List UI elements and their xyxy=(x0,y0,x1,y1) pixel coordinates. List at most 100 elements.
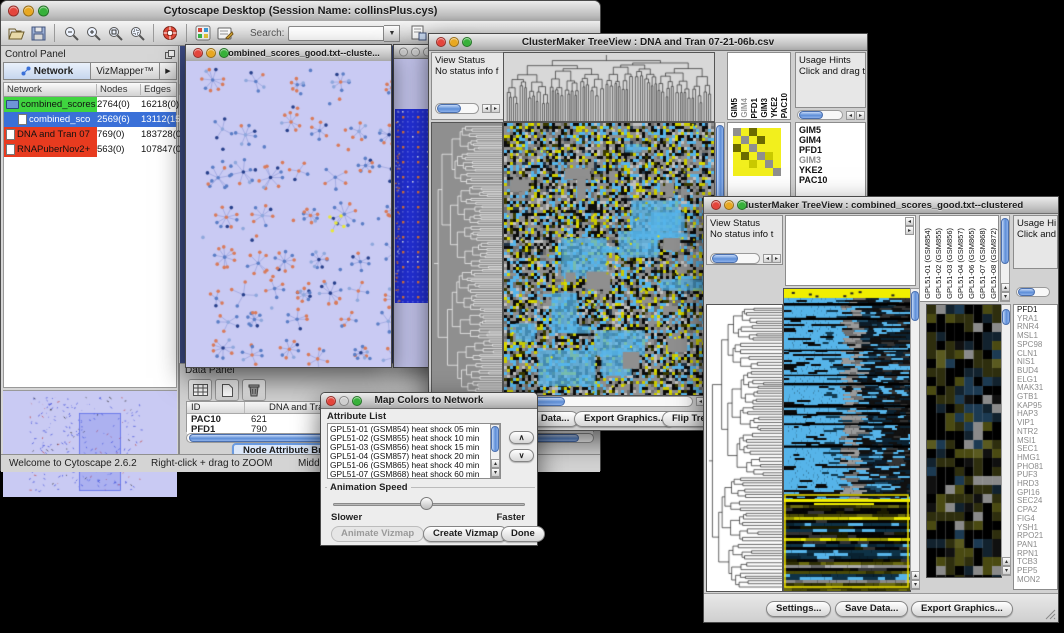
tv2-status-hscrollbar[interactable] xyxy=(710,253,760,264)
tv1-export-graphics-button[interactable]: Export Graphics... xyxy=(574,411,676,427)
scroll-down-icon[interactable]: ▾ xyxy=(911,580,920,589)
attribute-listbox[interactable]: GPL51-01 (GSM854) heat shock 05 minGPL51… xyxy=(327,423,501,479)
network-table-row[interactable]: combined_scores 2764(0) 16218(0) xyxy=(4,97,176,112)
tv2-column-labels-pane[interactable]: GPL51-01 (GSM854)GPL51-02 (GSM855)GPL51-… xyxy=(919,215,999,302)
scrollbar-thumb[interactable] xyxy=(1001,218,1009,264)
network-overview-thumbnail[interactable] xyxy=(3,390,177,497)
tv2-export-graphics-button[interactable]: Export Graphics... xyxy=(911,601,1013,617)
vizmapper-palette-icon[interactable] xyxy=(192,23,214,43)
window-controls[interactable] xyxy=(8,6,49,17)
tv2-gene-list-pane[interactable]: PFD1YRA1RNR4MSL1SPC98CLN1NIS1BUD4ELG1MAK… xyxy=(1013,304,1058,590)
close-icon[interactable] xyxy=(8,6,19,17)
tv1-cluster-matrix-pane[interactable] xyxy=(727,122,791,202)
minimize-icon[interactable] xyxy=(449,37,459,47)
zoom-out-icon[interactable] xyxy=(60,23,82,43)
scroll-right-icon[interactable]: ▸ xyxy=(905,226,914,235)
minimize-icon[interactable] xyxy=(23,6,34,17)
help-lifesaver-icon[interactable] xyxy=(159,23,181,43)
search-dropdown-button[interactable]: ▼ xyxy=(384,25,400,42)
tv2-settings-button[interactable]: Settings... xyxy=(766,601,831,617)
scroll-right-icon[interactable]: ▸ xyxy=(772,254,781,263)
tv2-top-dendrogram-pane[interactable] xyxy=(785,215,916,286)
scrollbar-thumb[interactable] xyxy=(716,125,724,199)
scroll-up-icon[interactable]: ▴ xyxy=(1001,283,1010,292)
minimize-icon[interactable] xyxy=(206,48,216,58)
new-attribute-icon[interactable] xyxy=(215,379,239,401)
done-button[interactable]: Done xyxy=(501,526,545,542)
tv1-heatmap-canvas[interactable] xyxy=(503,122,715,396)
network-table-row[interactable]: combined_sco 2569(6) 13112(15) xyxy=(4,112,176,127)
tab-more-button[interactable]: ▶ xyxy=(160,62,177,80)
scroll-left-icon[interactable]: ◂ xyxy=(846,111,855,120)
scrollbar-thumb[interactable] xyxy=(911,291,919,321)
network-table-row[interactable]: RNAPuberNov2+ 563(0) 107847(0) xyxy=(4,142,176,157)
scroll-left-icon[interactable]: ◂ xyxy=(763,254,772,263)
tv2-zoom-heatmap-canvas[interactable] xyxy=(926,304,1002,578)
scroll-right-icon[interactable]: ▸ xyxy=(856,111,865,120)
tv2-heatmap-canvas[interactable] xyxy=(783,288,911,592)
move-up-button[interactable]: ∧ xyxy=(509,431,534,444)
scroll-down-icon[interactable]: ▾ xyxy=(1001,292,1010,301)
scroll-down-icon[interactable]: ▾ xyxy=(1002,566,1011,575)
tv2-save-data-button[interactable]: Save Data... xyxy=(835,601,908,617)
network-graph-canvas[interactable] xyxy=(186,61,391,367)
tv1-status-hscrollbar[interactable] xyxy=(435,103,479,114)
scrollbar-thumb[interactable] xyxy=(1002,309,1010,325)
zoom-selected-icon[interactable] xyxy=(126,23,148,43)
create-vizmap-button[interactable]: Create Vizmap xyxy=(423,526,508,542)
close-icon[interactable] xyxy=(326,396,336,406)
tab-vizmapper[interactable]: VizMapper™ xyxy=(91,62,160,80)
tv1-gene-list-pane[interactable]: GIM5GIM4PFD1GIM3YKE2PAC10 xyxy=(795,122,866,202)
close-icon[interactable] xyxy=(711,200,721,210)
close-icon[interactable] xyxy=(193,48,203,58)
slider-thumb[interactable] xyxy=(420,497,433,510)
treeview2-titlebar[interactable]: ClusterMaker TreeView : combined_scores_… xyxy=(704,197,1058,214)
zoom-window-icon[interactable] xyxy=(38,6,49,17)
save-session-icon[interactable] xyxy=(27,23,49,43)
zoom-in-icon[interactable] xyxy=(82,23,104,43)
delete-attribute-trash-icon[interactable] xyxy=(242,379,266,401)
network-view-titlebar[interactable]: combined_scores_good.txt--cluste... xyxy=(186,45,391,62)
treeview1-titlebar[interactable]: ClusterMaker TreeView : DNA and Tran 07-… xyxy=(429,34,867,51)
scroll-down-icon[interactable]: ▾ xyxy=(491,468,500,477)
network-table-header[interactable]: NetworkNodesEdges xyxy=(4,83,176,97)
minimize-icon[interactable] xyxy=(724,200,734,210)
attribute-table-icon[interactable] xyxy=(188,379,212,401)
tab-network[interactable]: Network xyxy=(3,62,91,80)
attribute-list-vscrollbar[interactable]: ▴ ▾ xyxy=(490,424,500,478)
main-titlebar[interactable]: Cytoscape Desktop (Session Name: collins… xyxy=(1,1,600,22)
tv1-row-dendrogram[interactable] xyxy=(431,122,503,396)
animate-vizmap-button[interactable]: Animate Vizmap xyxy=(331,526,424,542)
move-down-button[interactable]: ∨ xyxy=(509,449,534,462)
close-icon[interactable] xyxy=(436,37,446,47)
close-icon[interactable] xyxy=(399,47,408,56)
annotation-icon[interactable] xyxy=(214,23,236,43)
network-table-row[interactable]: DNA and Tran 07 769(0) 183728(0) xyxy=(4,127,176,142)
scroll-up-icon[interactable]: ▴ xyxy=(1002,557,1011,566)
tv1-hints-hscrollbar[interactable] xyxy=(797,110,843,120)
zoom-window-icon[interactable] xyxy=(737,200,747,210)
search-input[interactable] xyxy=(288,26,384,41)
minimize-icon[interactable] xyxy=(339,396,349,406)
tv1-column-labels-pane[interactable]: GIM5GIM4PFD1GIM3YKE2PAC10 xyxy=(727,52,791,120)
scroll-up-icon[interactable]: ▴ xyxy=(911,571,920,580)
tv1-column-dendrogram[interactable] xyxy=(503,52,715,122)
tv2-row-dendrogram[interactable] xyxy=(706,304,783,592)
attribute-item[interactable]: GPL51-07 (GSM868) heat shock 60 min xyxy=(330,470,498,479)
scroll-right-icon[interactable]: ▸ xyxy=(491,104,500,113)
tv2-detail-vscrollbar[interactable]: ▴ ▾ xyxy=(1001,304,1011,576)
float-panel-icon[interactable] xyxy=(165,50,175,59)
zoom-fit-icon[interactable] xyxy=(104,23,126,43)
scroll-up-icon[interactable]: ▴ xyxy=(491,459,500,468)
tv2-hints-hscrollbar[interactable] xyxy=(1016,287,1050,297)
dialog-titlebar[interactable]: Map Colors to Network xyxy=(321,393,537,409)
tv2-heatmap-vscrollbar[interactable]: ▴ ▾ xyxy=(910,288,920,590)
open-file-icon[interactable] xyxy=(5,23,27,43)
resize-grip-icon[interactable] xyxy=(1044,608,1056,620)
scroll-left-icon[interactable]: ◂ xyxy=(905,217,914,226)
tv2-labels-vscrollbar[interactable]: ▴ ▾ xyxy=(1000,215,1010,302)
zoom-window-icon[interactable] xyxy=(219,48,229,58)
zoom-window-icon[interactable] xyxy=(352,396,362,406)
zoom-window-icon[interactable] xyxy=(462,37,472,47)
minimize-icon[interactable] xyxy=(411,47,420,56)
